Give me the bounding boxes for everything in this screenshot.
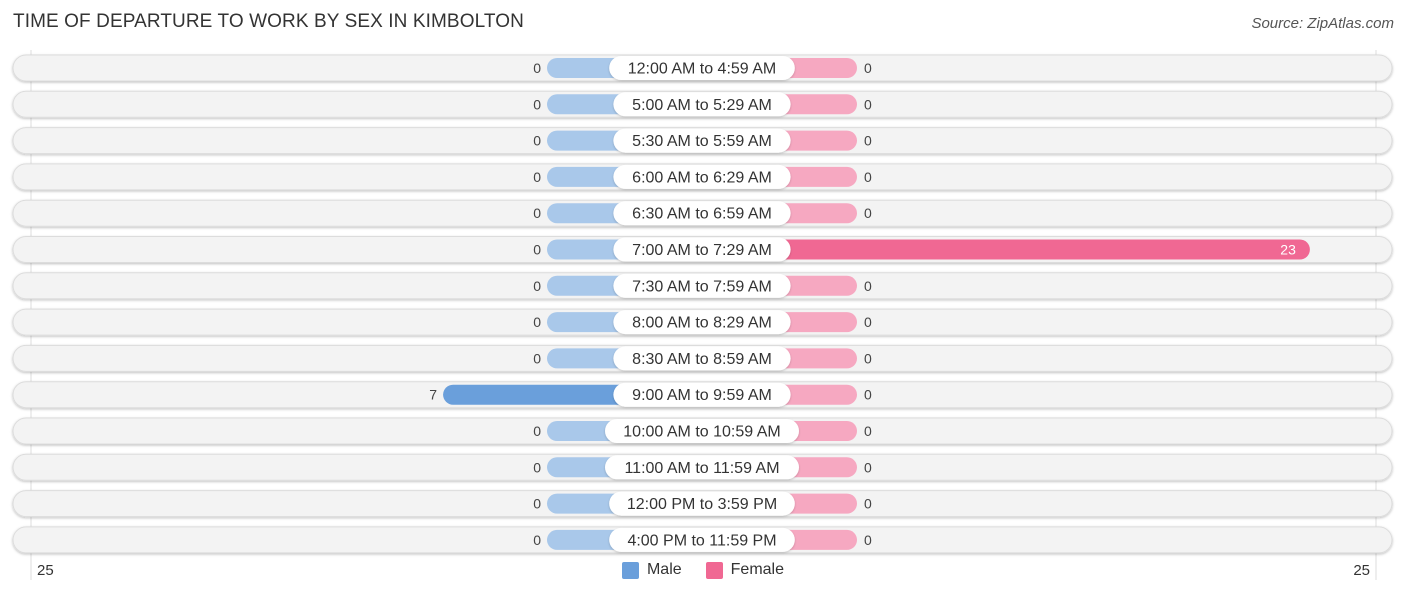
value-label-male: 0 bbox=[533, 496, 541, 512]
category-label: 10:00 AM to 10:59 AM bbox=[623, 424, 780, 441]
category-label: 7:00 AM to 7:29 AM bbox=[632, 242, 772, 259]
value-label-male: 0 bbox=[533, 423, 541, 439]
category-label: 11:00 AM to 11:59 AM bbox=[624, 460, 779, 477]
value-label-female: 0 bbox=[864, 459, 872, 475]
value-label-female: 0 bbox=[864, 496, 872, 512]
value-label-male: 0 bbox=[533, 278, 541, 294]
category-label: 5:00 AM to 5:29 AM bbox=[632, 97, 772, 114]
value-label-male: 0 bbox=[533, 169, 541, 185]
value-label-female: 23 bbox=[1280, 242, 1296, 258]
value-label-female: 0 bbox=[864, 314, 872, 330]
category-label: 6:00 AM to 6:29 AM bbox=[632, 169, 772, 186]
value-label-male: 7 bbox=[429, 387, 437, 403]
legend-item-female: Female bbox=[705, 561, 785, 579]
value-label-male: 0 bbox=[533, 350, 541, 366]
value-label-male: 0 bbox=[533, 205, 541, 221]
category-label: 4:00 PM to 11:59 PM bbox=[627, 532, 776, 549]
value-label-male: 0 bbox=[533, 96, 541, 112]
value-label-male: 0 bbox=[533, 532, 541, 548]
category-label: 8:00 AM to 8:29 AM bbox=[632, 315, 772, 332]
value-label-female: 0 bbox=[864, 133, 872, 149]
value-label-female: 0 bbox=[864, 60, 872, 76]
category-label: 12:00 PM to 3:59 PM bbox=[627, 496, 777, 513]
value-label-female: 0 bbox=[864, 423, 872, 439]
legend: Male Female bbox=[0, 561, 1406, 579]
value-label-male: 0 bbox=[533, 242, 541, 258]
value-label-female: 0 bbox=[864, 532, 872, 548]
legend-item-male: Male bbox=[621, 561, 682, 579]
value-label-male: 0 bbox=[533, 60, 541, 76]
category-label: 12:00 AM to 4:59 AM bbox=[628, 61, 777, 78]
value-label-female: 0 bbox=[864, 169, 872, 185]
category-label: 7:30 AM to 7:59 AM bbox=[632, 278, 772, 295]
legend-swatch-female bbox=[705, 561, 723, 579]
category-label: 6:30 AM to 6:59 AM bbox=[632, 206, 772, 223]
chart-canvas: 12:00 AM to 4:59 AM 0 0 5:00 AM to 5:29 AM 0… bbox=[12, 50, 1393, 580]
value-label-female: 0 bbox=[864, 278, 872, 294]
value-label-female: 0 bbox=[864, 96, 872, 112]
category-label: 9:00 AM to 9:59 AM bbox=[632, 387, 772, 404]
value-label-female: 0 bbox=[864, 350, 872, 366]
value-label-female: 0 bbox=[864, 205, 872, 221]
value-label-male: 0 bbox=[533, 133, 541, 149]
legend-label-male: Male bbox=[646, 561, 682, 578]
category-label: 5:30 AM to 5:59 AM bbox=[632, 133, 772, 150]
value-label-male: 0 bbox=[533, 314, 541, 330]
legend-label-female: Female bbox=[730, 561, 785, 578]
legend-swatch-male bbox=[621, 561, 639, 579]
value-label-female: 0 bbox=[864, 387, 872, 403]
value-label-male: 0 bbox=[533, 459, 541, 475]
category-label: 8:30 AM to 8:59 AM bbox=[632, 351, 772, 368]
